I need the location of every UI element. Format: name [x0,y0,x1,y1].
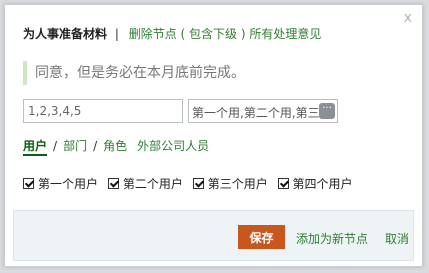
close-icon[interactable]: x [404,11,412,25]
user-item[interactable]: 第三个用户 [192,175,268,192]
user-list: 第一个用户 第二个用户 第三个用户 第四个用户 [23,175,359,192]
checkbox[interactable] [23,178,34,189]
user-item[interactable]: 第二个用户 [107,175,183,192]
delete-node-opinions-link[interactable]: 删除节点 ( 包含下级 ) 所有处理意见 [129,27,322,41]
tab-divider: / [53,139,58,153]
user-label: 第二个用户 [122,177,183,191]
user-input[interactable]: 第一个用,第二个用,第三个 ··· [188,99,338,123]
tab-external-staff[interactable]: 外部公司人员 [137,139,209,153]
cancel-link[interactable]: 取消 [385,230,409,247]
checkbox[interactable] [192,178,204,189]
checkbox[interactable] [277,178,289,189]
opinion-text: 同意，但是务必在本月底前完成。 [35,65,245,81]
opinion-quote: 同意，但是务必在本月底前完成。 [23,61,403,85]
checkbox[interactable] [107,178,119,189]
dialog-footer: 保存 添加为新节点 取消 [13,210,414,261]
user-input-value: 第一个用,第二个用,第三个 [192,106,332,120]
dialog-title: 为人事准备材料 [23,27,108,41]
node-input[interactable] [23,99,183,123]
tab-divider: / [93,139,98,153]
user-item[interactable]: 第一个用户 [23,175,98,192]
user-label: 第一个用户 [38,177,99,191]
dialog-header: 为人事准备材料 | 删除节点 ( 包含下级 ) 所有处理意见 [23,25,321,42]
user-item[interactable]: 第四个用户 [277,175,353,192]
tab-bar: 用户 / 部门 / 角色 外部公司人员 [23,137,209,156]
tab-roles[interactable]: 角色 [103,139,127,153]
tab-departments[interactable]: 部门 [63,139,87,153]
more-icon[interactable]: ··· [319,103,335,119]
dialog: x 为人事准备材料 | 删除节点 ( 包含下级 ) 所有处理意见 同意，但是务必… [4,4,423,267]
header-separator: | [114,27,119,41]
user-label: 第三个用户 [207,177,268,191]
add-as-new-node-link[interactable]: 添加为新节点 [296,230,368,247]
tab-users[interactable]: 用户 [23,139,48,156]
save-button[interactable]: 保存 [238,225,285,249]
user-label: 第四个用户 [292,177,353,191]
